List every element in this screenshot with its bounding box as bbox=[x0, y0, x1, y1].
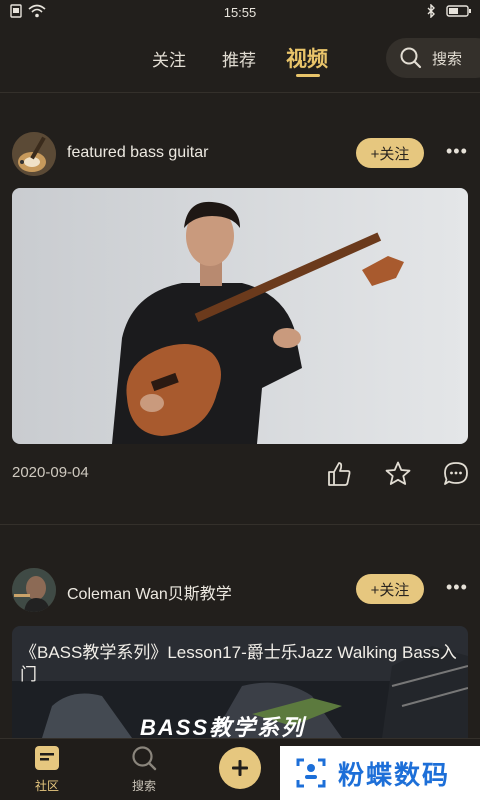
post-header: Coleman Wan贝斯教学 +关注 ••• bbox=[12, 566, 468, 614]
favorite-star-icon[interactable] bbox=[384, 460, 412, 488]
video-banner-text: BASS教学系列 bbox=[140, 715, 306, 738]
bluetooth-icon bbox=[427, 4, 435, 18]
video-thumbnail-image bbox=[12, 188, 468, 444]
video-thumbnail[interactable] bbox=[12, 188, 468, 444]
more-options-icon[interactable]: ••• bbox=[446, 141, 468, 162]
video-thumbnail[interactable]: 《BASS教学系列》Lesson17-爵士乐Jazz Walking Bass入… bbox=[12, 626, 468, 738]
header-divider bbox=[0, 92, 480, 93]
watermark-logo: 粉蝶数码 bbox=[280, 746, 480, 800]
community-icon bbox=[35, 746, 59, 770]
post-header: featured bass guitar +关注 ••• bbox=[12, 130, 468, 178]
avatar[interactable] bbox=[12, 132, 56, 176]
author-name[interactable]: Coleman Wan贝斯教学 bbox=[67, 580, 232, 604]
nav-search[interactable]: 搜索 bbox=[114, 745, 174, 794]
watermark-logo-icon bbox=[296, 758, 326, 788]
tab-follow[interactable]: 关注 bbox=[152, 46, 186, 71]
battery-icon bbox=[446, 5, 471, 17]
plus-icon bbox=[232, 760, 248, 776]
status-right bbox=[426, 4, 472, 18]
post-date: 2020-09-04 bbox=[12, 464, 89, 481]
search-button[interactable]: 搜索 bbox=[386, 38, 480, 78]
tab-video[interactable]: 视频 bbox=[286, 43, 328, 73]
comment-icon[interactable] bbox=[442, 460, 470, 488]
top-nav: 关注 推荐 视频 搜索 bbox=[0, 28, 480, 88]
follow-button[interactable]: +关注 bbox=[356, 574, 424, 604]
avatar-image bbox=[12, 132, 56, 176]
nav-search-label: 搜索 bbox=[131, 779, 156, 793]
search-label: 搜索 bbox=[432, 50, 463, 68]
follow-button[interactable]: +关注 bbox=[356, 138, 424, 168]
watermark-text: 粉蝶数码 bbox=[338, 759, 451, 790]
video-title: 《BASS教学系列》Lesson17-爵士乐Jazz Walking Bass入… bbox=[20, 643, 457, 684]
avatar[interactable] bbox=[12, 568, 56, 612]
search-icon bbox=[132, 746, 157, 771]
status-time: 15:55 bbox=[223, 5, 257, 20]
search-icon bbox=[400, 47, 422, 69]
create-post-button[interactable] bbox=[219, 747, 261, 789]
like-icon[interactable] bbox=[325, 460, 353, 488]
tab-recommend[interactable]: 推荐 bbox=[222, 46, 256, 71]
avatar-image bbox=[12, 568, 56, 612]
nav-community[interactable]: 社区 bbox=[17, 745, 77, 794]
post-divider bbox=[0, 524, 480, 525]
more-options-icon[interactable]: ••• bbox=[446, 577, 468, 598]
author-name[interactable]: featured bass guitar bbox=[67, 144, 208, 162]
active-tab-indicator bbox=[296, 74, 320, 77]
status-bar: 15:55 bbox=[0, 0, 480, 26]
nav-community-label: 社区 bbox=[34, 779, 59, 793]
